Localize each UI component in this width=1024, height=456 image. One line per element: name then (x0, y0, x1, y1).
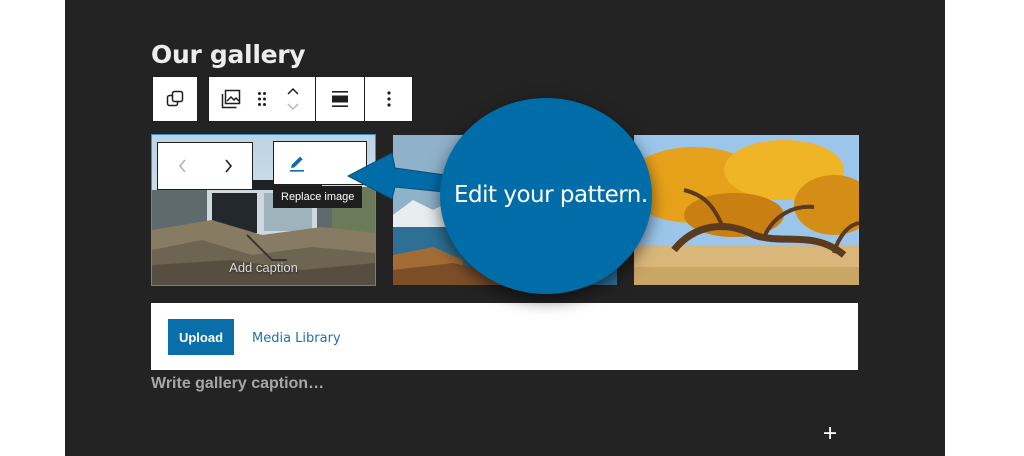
callout-text: Edit your pattern. (454, 182, 648, 208)
